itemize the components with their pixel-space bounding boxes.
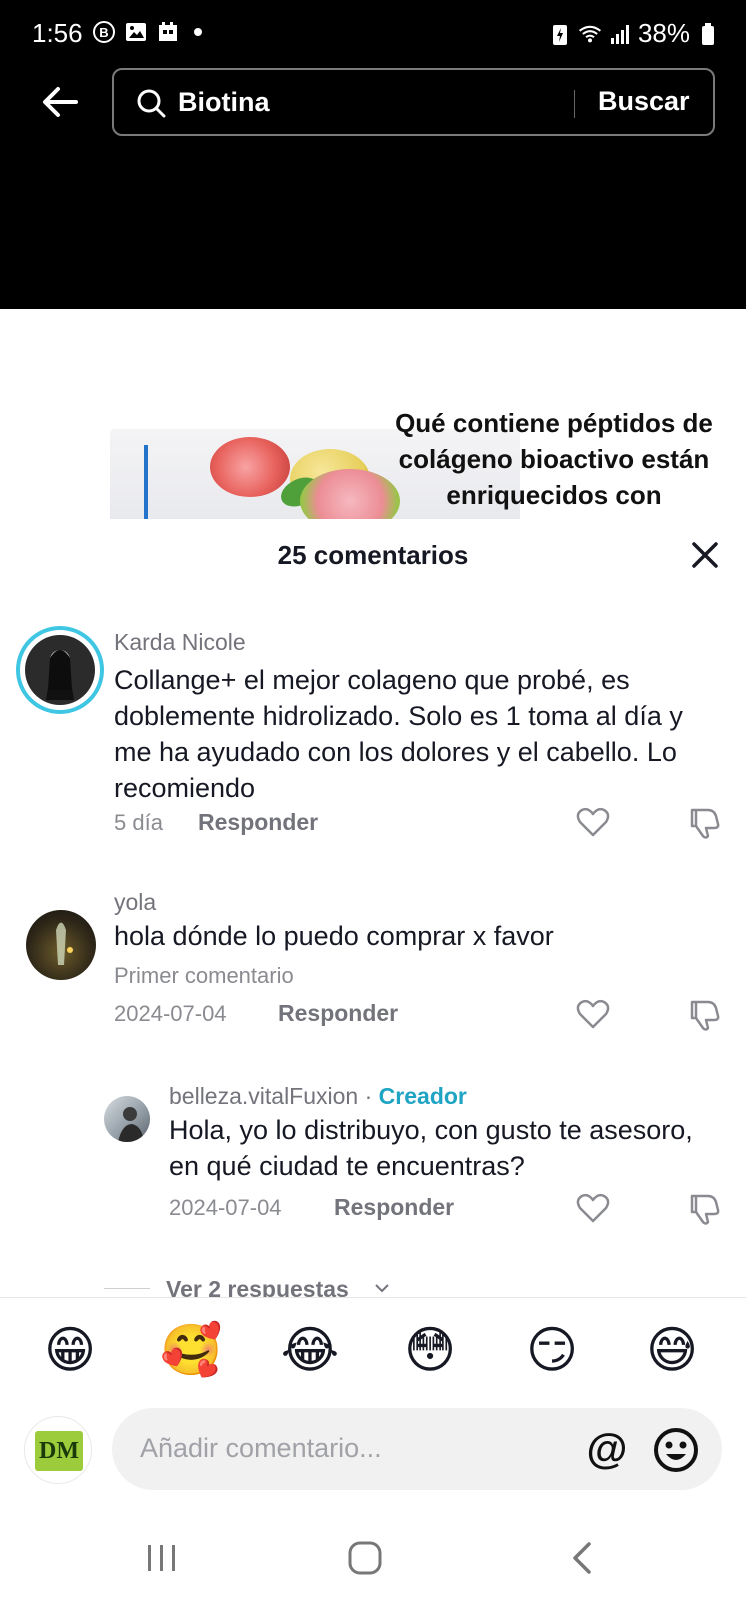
wifi-icon xyxy=(578,22,602,46)
system-navigation-bar xyxy=(0,1528,746,1600)
search-button[interactable]: Buscar xyxy=(598,86,690,117)
nav-back-icon[interactable] xyxy=(552,1534,612,1582)
chevron-down-icon xyxy=(375,1284,389,1293)
heart-icon[interactable] xyxy=(575,804,611,840)
recent-apps-icon[interactable] xyxy=(132,1534,192,1582)
avatar[interactable] xyxy=(104,1096,150,1142)
reply-comment-item: belleza.vitalFuxion · Creador Hola, yo l… xyxy=(0,1083,746,1246)
signal-icon xyxy=(608,22,632,46)
name-separator: · xyxy=(364,1083,373,1109)
avatar[interactable] xyxy=(26,910,96,980)
battery-saver-icon xyxy=(548,22,572,46)
status-bar: 1:56 B 38% xyxy=(0,0,746,66)
comment-item: yola hola dónde lo puedo comprar x favor… xyxy=(0,889,746,1052)
comment-time: 2024-07-04 xyxy=(114,1001,227,1026)
top-bar: 1:56 B 38% Biotina Buscar xyxy=(0,0,746,309)
dislike-icon[interactable] xyxy=(686,1190,722,1226)
emoji-tears-of-joy[interactable]: 😂 xyxy=(280,1320,340,1380)
video-preview[interactable]: Qué contiene péptidos de colágeno bioact… xyxy=(0,309,746,519)
svg-text:B: B xyxy=(99,25,108,40)
emoji-picker-icon[interactable] xyxy=(652,1426,700,1474)
emoji-grin[interactable]: 😁 xyxy=(40,1320,100,1380)
comment-input-box[interactable]: @ xyxy=(112,1408,722,1490)
back-arrow-icon[interactable] xyxy=(38,80,82,124)
gallery-icon xyxy=(124,20,148,44)
comments-count-title: 25 comentarios xyxy=(277,540,469,570)
comment-time: 2024-07-04 xyxy=(169,1195,282,1220)
comment-username[interactable]: Karda Nicole xyxy=(114,629,246,656)
comment-text: Collange+ el mejor colageno que probé, e… xyxy=(114,665,683,803)
search-icon xyxy=(137,89,166,118)
view-replies-line xyxy=(104,1288,150,1289)
comment-item: Karda Nicole Collange+ el mejor colageno… xyxy=(0,620,746,860)
heart-icon[interactable] xyxy=(575,996,611,1032)
notification-icons: B xyxy=(92,20,202,44)
reply-button[interactable]: Responder xyxy=(198,809,318,836)
mention-icon[interactable]: @ xyxy=(582,1424,632,1474)
emoji-smiling-hearts[interactable]: 🥰 xyxy=(160,1320,222,1380)
dislike-icon[interactable] xyxy=(686,996,722,1032)
comment-input[interactable] xyxy=(140,1430,560,1466)
comment-username[interactable]: yola xyxy=(114,889,156,916)
brand-logo: DM xyxy=(35,1431,83,1471)
reply-username[interactable]: belleza.vitalFuxion xyxy=(169,1083,358,1109)
comment-time: 5 día xyxy=(114,810,163,835)
first-comment-label: Primer comentario xyxy=(114,963,294,988)
user-avatar[interactable]: DM xyxy=(24,1416,92,1484)
search-bar[interactable]: Buscar xyxy=(112,68,715,136)
comment-composer-panel: 😁 🥰 😂 😳 😏 😅 DM @ xyxy=(0,1297,746,1600)
creator-badge: Creador xyxy=(378,1083,467,1109)
comment-text: hola dónde lo puedo comprar x favor xyxy=(114,921,554,951)
reply-button[interactable]: Responder xyxy=(334,1194,454,1221)
dislike-icon[interactable] xyxy=(686,804,722,840)
comment-text: Hola, yo lo distribuyo, con gusto te ase… xyxy=(169,1115,693,1181)
avatar[interactable] xyxy=(16,626,104,714)
emoji-sweat-smile[interactable]: 😅 xyxy=(642,1320,702,1380)
battery-percent: 38% xyxy=(637,18,690,48)
status-right: 38% xyxy=(548,18,720,49)
video-caption: Qué contiene péptidos de colágeno bioact… xyxy=(395,408,713,510)
search-input[interactable] xyxy=(178,84,578,120)
battery-icon xyxy=(696,22,720,46)
search-divider xyxy=(574,90,575,118)
emoji-flushed[interactable]: 😳 xyxy=(400,1320,460,1380)
reply-button[interactable]: Responder xyxy=(278,1000,398,1027)
reply-username-line: belleza.vitalFuxion · Creador xyxy=(169,1083,467,1110)
close-icon[interactable] xyxy=(688,538,722,572)
b-badge-icon: B xyxy=(92,20,116,44)
more-notifications-dot xyxy=(194,28,202,36)
heart-icon[interactable] xyxy=(575,1190,611,1226)
status-time: 1:56 xyxy=(32,18,83,48)
emoji-smirk[interactable]: 😏 xyxy=(522,1320,582,1380)
app-notification-icon xyxy=(156,20,180,44)
home-icon[interactable] xyxy=(335,1534,395,1582)
